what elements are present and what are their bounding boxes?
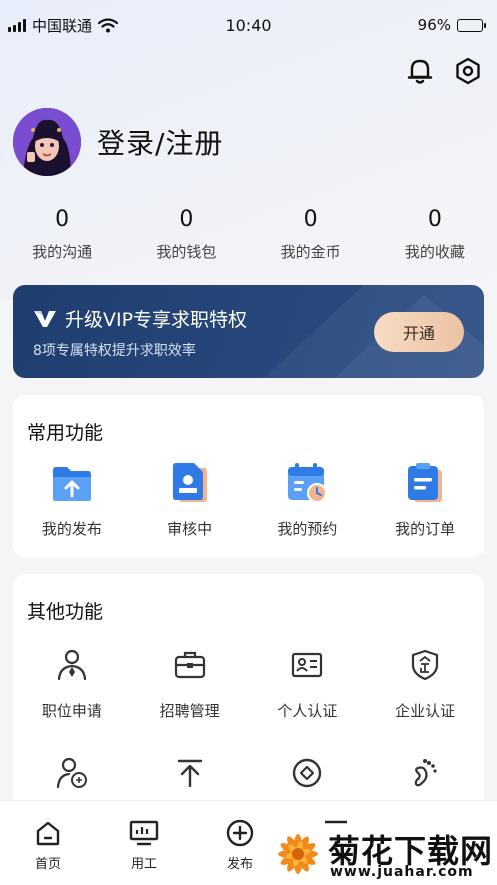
common-item-my-posts[interactable]: 我的发布: [13, 460, 131, 539]
other-item-personal-verification[interactable]: 个人认证: [249, 642, 367, 721]
stat-coins[interactable]: 0 我的金币: [249, 205, 373, 262]
stat-label: 我的金币: [280, 243, 341, 261]
tab-label: 用工: [130, 857, 157, 872]
briefcase-icon: [167, 642, 213, 688]
folder-upload-icon: [49, 460, 95, 506]
other-functions-grid-row-2: [13, 750, 484, 796]
grid-item-label: 审核中: [167, 520, 213, 538]
other-item-job-application[interactable]: 职位申请: [13, 642, 131, 721]
enterprise-shield-icon: [402, 642, 448, 688]
stat-value: 0: [303, 207, 318, 232]
plus-circle-icon: [226, 819, 254, 847]
id-card-icon: [284, 642, 330, 688]
vip-title: 升级VIP专享求职特权: [65, 309, 248, 331]
login-register-link[interactable]: 登录/注册: [97, 122, 223, 162]
other-item-footprint[interactable]: [366, 750, 484, 796]
battery-icon: [457, 18, 486, 32]
common-item-my-appointments[interactable]: 我的预约: [249, 460, 367, 539]
vip-subtitle: 8项专属特权提升求职效率: [33, 343, 196, 359]
status-left: 中国联通: [8, 15, 119, 36]
battery-percent: 96%: [417, 16, 451, 34]
stat-value: 0: [55, 207, 70, 232]
vip-logo-icon: [34, 310, 56, 327]
header-actions: [405, 56, 483, 86]
other-item-upload[interactable]: [131, 750, 249, 796]
person-tie-icon: [49, 642, 95, 688]
grid-item-label: 企业认证: [395, 702, 456, 720]
footprint-icon: [402, 750, 448, 796]
stat-wallet[interactable]: 0 我的钱包: [124, 205, 248, 262]
other-item-agent[interactable]: [13, 750, 131, 796]
avatar[interactable]: [13, 108, 81, 176]
other-item-enterprise-verification[interactable]: 企业认证: [366, 642, 484, 721]
grid-item-label: 招聘管理: [159, 702, 220, 720]
common-functions-card: 常用功能 我的发布 审核中 我的预约 我的订单: [13, 395, 484, 558]
person-agent-icon: [49, 750, 95, 796]
tab-label: 发布: [226, 857, 253, 872]
cellular-signal-icon: [8, 18, 26, 32]
stat-label: 我的沟通: [32, 243, 93, 261]
tab-home[interactable]: 首页: [0, 801, 96, 885]
vip-title-row: 升级VIP专享求职特权: [33, 305, 247, 332]
coin-icon: [284, 750, 330, 796]
review-document-icon: [167, 460, 213, 506]
common-functions-title: 常用功能: [27, 422, 104, 444]
vip-activate-button[interactable]: 开通: [374, 312, 464, 352]
stat-label: 我的钱包: [156, 243, 217, 261]
other-functions-card: 其他功能 职位申请 招聘管理 个人认证 企业认证: [13, 574, 484, 814]
common-item-my-orders[interactable]: 我的订单: [366, 460, 484, 539]
grid-item-label: 我的发布: [41, 520, 102, 538]
grid-item-label: 我的预约: [277, 520, 338, 538]
status-time: 10:40: [225, 15, 272, 35]
grid-item-label: 个人认证: [277, 702, 338, 720]
other-functions-grid-row-1: 职位申请 招聘管理 个人认证 企业认证: [13, 642, 484, 721]
stat-communication[interactable]: 0 我的沟通: [0, 205, 124, 262]
stats-row: 0 我的沟通 0 我的钱包 0 我的金币 0 我的收藏: [0, 205, 497, 262]
order-clipboard-icon: [402, 460, 448, 506]
grid-item-label: 我的订单: [395, 520, 456, 538]
stat-label: 我的收藏: [404, 243, 465, 261]
stat-value: 0: [427, 207, 442, 232]
bell-icon[interactable]: [405, 56, 435, 86]
other-functions-title: 其他功能: [27, 601, 104, 623]
watermark-url: www.juahar.com: [330, 864, 474, 880]
other-item-recruitment-management[interactable]: 招聘管理: [131, 642, 249, 721]
tab-employment[interactable]: 用工: [96, 801, 192, 885]
common-item-under-review[interactable]: 审核中: [131, 460, 249, 539]
tab-label: 首页: [34, 857, 61, 872]
upload-top-icon: [167, 750, 213, 796]
settings-hexagon-icon[interactable]: [453, 56, 483, 86]
other-item-coin[interactable]: [249, 750, 367, 796]
stat-favorites[interactable]: 0 我的收藏: [373, 205, 497, 262]
common-functions-grid: 我的发布 审核中 我的预约 我的订单: [13, 460, 484, 539]
profile-header[interactable]: 登录/注册: [13, 108, 223, 176]
monitor-icon: [129, 820, 159, 846]
status-bar: 中国联通 10:40 96%: [0, 0, 497, 50]
home-icon: [36, 821, 60, 846]
grid-item-label: 职位申请: [41, 702, 102, 720]
carrier-name: 中国联通: [32, 16, 93, 35]
vip-banner[interactable]: 升级VIP专享求职特权 8项专属特权提升求职效率 开通: [13, 285, 484, 378]
watermark: 菊花下载网 www.juahar.com: [268, 822, 497, 885]
status-right: 96%: [417, 16, 486, 34]
calendar-clock-icon: [284, 460, 330, 506]
stat-value: 0: [179, 207, 194, 232]
wifi-icon: [98, 17, 119, 32]
chrysanthemum-logo: [278, 834, 318, 874]
